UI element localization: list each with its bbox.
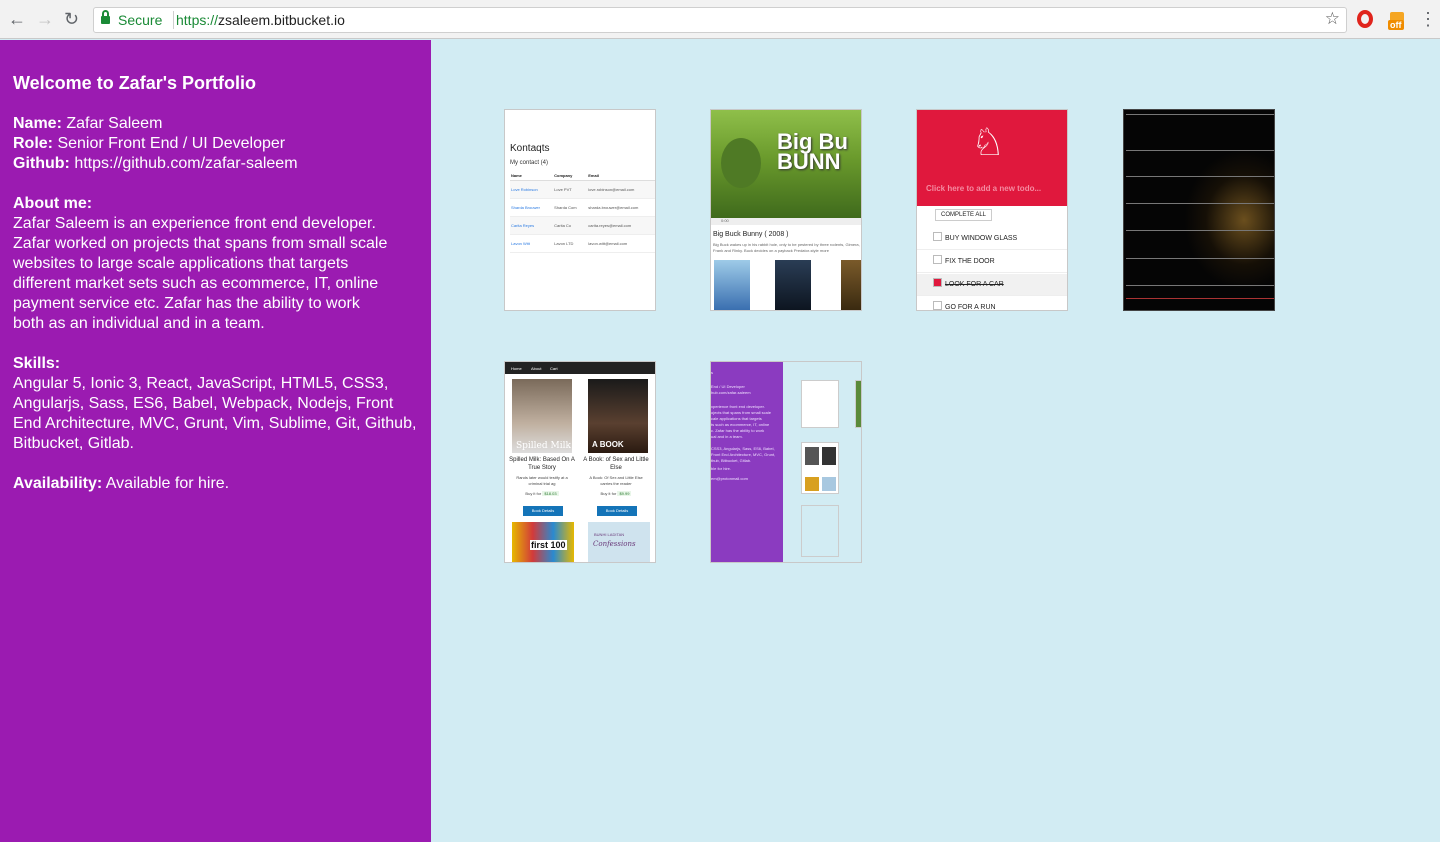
table-row: Lavon Witt Lavon LTD lavon.witt@email.co… <box>510 234 655 253</box>
about-line: different market sets such as ecommerce,… <box>13 275 379 292</box>
todo-header: ♘ Click here to add a new todo... <box>917 110 1067 206</box>
movie-poster <box>714 260 750 310</box>
table-cell: lavon.witt@email.com <box>587 234 655 253</box>
table-cell: Love Robinson <box>510 180 554 199</box>
table-cell: Lavon LTD <box>553 234 588 253</box>
book-cover: BUNHI LADITAN Confessions <box>588 522 650 562</box>
table-cell: Carita Reyes <box>510 216 554 235</box>
checkbox-checked-icon <box>933 278 942 287</box>
mini-thumb <box>855 380 861 428</box>
kontaqts-title: Kontaqts <box>510 143 550 154</box>
table-cell: carita.reyes@email.com <box>587 216 655 235</box>
about-heading: About me: <box>13 195 93 212</box>
movie-poster <box>775 260 811 310</box>
complete-all-button: COMPLETE ALL <box>935 209 993 221</box>
coupon-extension-icon[interactable]: off <box>1388 10 1406 30</box>
book-price: Buy it for $18.03 <box>525 491 559 496</box>
skills-line: Angular 5, Ionic 3, React, JavaScript, H… <box>13 375 389 392</box>
url-text[interactable]: https://zsaleem.bitbucket.io <box>176 12 345 28</box>
table-cell: Carita Co <box>553 216 588 235</box>
role-line: Role: Senior Front End / UI Developer <box>13 135 286 152</box>
book-price: Buy it for $9.99 <box>600 491 632 496</box>
reload-icon[interactable]: ↻ <box>64 9 79 29</box>
project-thumb-portfolio[interactable]: s End / UI Developer hub.com/zafar-salee… <box>710 361 862 563</box>
name-line: Name: Zafar Saleem <box>13 115 163 132</box>
about-line: both as an individual and in a team. <box>13 315 265 332</box>
availability-line: Availability: Available for hire. <box>13 475 230 492</box>
contacts-table: Name Company Email Love Robinson Love PV… <box>510 171 655 253</box>
skills-line: End Architecture, MVC, Grunt, Vim, Subli… <box>13 415 417 432</box>
table-cell: Sharda Com <box>553 198 588 217</box>
bookstore-nav: Home About Cart <box>505 362 655 374</box>
opera-extension-icon[interactable] <box>1357 10 1373 28</box>
table-row: Carita Reyes Carita Co carita.reyes@emai… <box>510 216 655 235</box>
skills-line: Bitbucket, Gitlab. <box>13 435 134 452</box>
book-quote: Rands later would testify at a criminal … <box>516 475 568 486</box>
book-details-button: Book Details <box>523 506 563 516</box>
skills-line: Angularjs, Sass, ES6, Babel, Webpack, No… <box>13 395 394 412</box>
kontaqts-subtitle: My contact (4) <box>510 160 549 166</box>
book-title: A Book: of Sex and Little Else <box>583 457 649 471</box>
checkbox-icon <box>933 232 942 241</box>
table-cell: Love PVT <box>553 180 588 199</box>
about-line: payment service etc. Zafar has the abili… <box>13 295 360 312</box>
welcome-title: Welcome to Zafar's Portfolio <box>13 73 256 93</box>
lock-icon <box>101 10 110 25</box>
mini-thumb <box>801 505 839 557</box>
address-separator <box>173 11 174 29</box>
book-cover: A BOOK <box>588 379 648 453</box>
table-header: Name <box>510 171 554 181</box>
project-thumb-weather[interactable] <box>1123 109 1275 311</box>
movie-description: Big Buck wakes up in his rabbit hole, on… <box>713 242 860 253</box>
mini-sidebar: s End / UI Developer hub.com/zafar-salee… <box>711 362 783 562</box>
table-header: Email <box>587 171 655 181</box>
table-cell: Sharda Brouwer <box>510 198 554 217</box>
table-row: Love Robinson Love PVT love.robinson@ema… <box>510 180 655 199</box>
movie-poster <box>841 260 861 310</box>
todo-item: GO FOR A RUN <box>917 297 1067 310</box>
book-quote: A Book: Of Sex and Little Else carries t… <box>589 475 643 486</box>
checkbox-icon <box>933 255 942 264</box>
secure-label: Secure <box>118 12 163 28</box>
back-arrow-icon[interactable]: ← <box>8 9 26 29</box>
about-line: Zafar Saleem is an experience front end … <box>13 215 376 232</box>
forward-arrow-icon[interactable]: → <box>36 9 54 29</box>
project-thumb-bookstore[interactable]: Home About Cart Spilled Milk A BOOK Spil… <box>504 361 656 563</box>
book-details-button: Book Details <box>597 506 637 516</box>
bookmark-star-icon[interactable]: ☆ <box>1325 9 1340 29</box>
video-progress-bar: 0:00 <box>711 218 861 225</box>
todo-item: BUY WINDOW GLASS <box>917 228 1067 250</box>
table-header: Company <box>553 171 588 181</box>
browser-toolbar: ← → ↻ Secure https://zsaleem.bitbucket.i… <box>0 0 1440 39</box>
unicorn-icon: ♘ <box>971 122 1006 164</box>
book-title: Spilled Milk: Based On A True Story <box>509 457 575 471</box>
table-row: Sharda Brouwer Sharda Com sharda.brouwer… <box>510 198 655 217</box>
about-line: websites to large scale applications tha… <box>13 255 349 272</box>
table-cell: love.robinson@email.com <box>587 180 655 199</box>
mini-thumb <box>801 380 839 428</box>
browser-menu-icon[interactable]: ⋮ <box>1419 10 1437 28</box>
project-gallery: Kontaqts My contact (4) Name Company Ema… <box>432 40 1440 842</box>
profile-sidebar: Welcome to Zafar's Portfolio Name: Zafar… <box>0 40 431 842</box>
project-thumb-todo[interactable]: ♘ Click here to add a new todo... COMPLE… <box>916 109 1068 311</box>
book-cover: Spilled Milk <box>512 379 572 453</box>
skills-heading: Skills: <box>13 355 61 372</box>
todo-item: LOOK FOR A CAR <box>917 274 1067 296</box>
book-cover: first 100 <box>512 522 574 562</box>
todo-input-placeholder: Click here to add a new todo... <box>926 184 1042 193</box>
about-line: Zafar worked on projects that spans from… <box>13 235 388 252</box>
table-cell: sharda.brouwer@email.com <box>587 198 655 217</box>
table-cell: Lavon Witt <box>510 234 554 253</box>
movie-hero-image: Big Bu BUNN <box>711 110 861 218</box>
movie-caption: Big Buck Bunny ( 2008 ) <box>713 231 789 238</box>
github-line: Github: https://github.com/zafar-saleem <box>13 155 298 172</box>
mini-thumb <box>801 442 839 494</box>
todo-item: FIX THE DOOR <box>917 251 1067 273</box>
project-thumb-movies[interactable]: Big Bu BUNN 0:00 Big Buck Bunny ( 2008 ) … <box>710 109 862 311</box>
checkbox-icon <box>933 301 942 310</box>
project-thumb-kontaqts[interactable]: Kontaqts My contact (4) Name Company Ema… <box>504 109 656 311</box>
address-bar[interactable]: Secure https://zsaleem.bitbucket.io ☆ <box>93 7 1347 33</box>
